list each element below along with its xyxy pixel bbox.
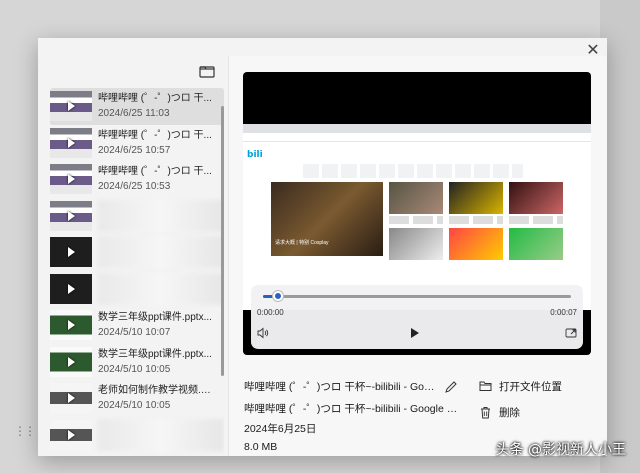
recording-list-item[interactable]: 老师如何制作教学视频.d... 2024/5/10 10:05 [50, 380, 224, 417]
recording-meta: 哔哩哔哩 (゜-゜)つロ 干... 2024/6/25 10:57 [98, 129, 214, 157]
preview-pane: bili 请求大概 | 特别 Cosplay 0:00:00 0:00:07 哔… [228, 56, 607, 456]
volume-icon[interactable] [257, 327, 269, 339]
recording-date: 2024/6/25 10:53 [98, 181, 171, 193]
folder-open-icon [479, 381, 492, 391]
recording-list-item[interactable] [50, 198, 224, 235]
play-icon [67, 356, 75, 367]
file-list-pane: 哔哩哔哩 (゜-゜)つロ 干... 2024/6/25 11:03 哔哩哔哩 (゜-… [38, 56, 226, 456]
watermark-text: 头条 @影视新人小王 [495, 442, 626, 458]
recording-thumbnail [50, 383, 92, 414]
redacted-entry [98, 199, 224, 232]
site-nav [303, 164, 523, 178]
recording-thumbnail [50, 200, 92, 231]
recording-list: 哔哩哔哩 (゜-゜)つロ 干... 2024/6/25 11:03 哔哩哔哩 (゜-… [50, 88, 224, 456]
delete-label: 删除 [499, 406, 520, 419]
recording-title: 哔哩哔哩 (゜-゜)つロ 干杯~-bilibili - Goog... [244, 381, 436, 394]
play-icon [67, 247, 75, 258]
browser-tab-strip [243, 124, 591, 133]
current-time: 0:00:00 [257, 308, 284, 317]
redacted-entry [98, 236, 224, 268]
recording-name: 哔哩哔哩 (゜-゜)つロ 干... [98, 129, 212, 141]
recording-date: 2024/5/10 10:05 [98, 400, 171, 412]
fullscreen-icon[interactable] [565, 327, 577, 339]
recording-date: 2024年6月25日 [244, 423, 317, 435]
recording-name: 哔哩哔哩 (゜-゜)つロ 干... [98, 93, 212, 105]
recording-list-item[interactable] [50, 417, 224, 454]
video-card [449, 228, 503, 260]
pencil-icon[interactable] [444, 380, 458, 394]
video-frame: bili 请求大概 | 特别 Cosplay [243, 124, 591, 310]
recording-meta: 数学三年级ppt课件.pptx... 2024/5/10 10:05 [98, 348, 214, 376]
recording-list-item[interactable]: 哔哩哔哩 (゜-゜)つロ 干... 2024/6/25 10:57 [50, 125, 224, 162]
recording-meta: 数学三年级ppt课件.pptx... 2024/5/10 10:07 [98, 311, 214, 339]
play-icon [67, 283, 75, 294]
card-caption [509, 216, 563, 224]
recording-thumbnail [50, 164, 92, 195]
recording-list-item[interactable]: 数学三年级ppt课件.pptx... 2024/5/10 10:07 [50, 307, 224, 344]
recording-details: 哔哩哔哩 (゜-゜)つロ 干杯~-bilibili - Goog... 哔哩哔哩… [244, 378, 474, 453]
recording-meta: 哔哩哔哩 (゜-゜)つロ 干... 2024/6/25 11:03 [98, 92, 214, 120]
recording-thumbnail [50, 91, 92, 122]
recording-thumbnail [50, 273, 92, 304]
play-button[interactable] [411, 328, 419, 338]
open-file-location-label: 打开文件位置 [499, 380, 562, 393]
play-icon [67, 393, 75, 404]
total-time: 0:00:07 [550, 308, 577, 317]
video-card [509, 182, 563, 214]
play-icon [67, 174, 75, 185]
list-scrollbar[interactable] [221, 106, 224, 376]
video-card [389, 228, 443, 260]
recording-actions: 打开文件位置 删除 [479, 378, 599, 430]
open-file-location-button[interactable]: 打开文件位置 [479, 378, 599, 394]
folder-icon[interactable] [198, 64, 216, 80]
delete-button[interactable]: 删除 [479, 404, 599, 420]
recording-list-item[interactable]: 哔哩哔哩 (゜-゜)つロ 干... 2024/6/25 10:53 [50, 161, 224, 198]
play-icon [67, 429, 75, 440]
recording-date: 2024/6/25 11:03 [98, 108, 170, 120]
recording-full-name: 哔哩哔哩 (゜-゜)つロ 干杯~-bilibili - Google Chr..… [244, 403, 462, 415]
recording-thumbnail [50, 127, 92, 158]
recording-name: 老师如何制作教学视频.d... [98, 385, 214, 397]
recording-date: 2024/5/10 10:07 [98, 327, 171, 339]
redacted-entry [98, 272, 224, 305]
recording-name: 哔哩哔哩 (゜-゜)つロ 干... [98, 166, 212, 178]
play-icon [67, 320, 75, 331]
recording-meta: 哔哩哔哩 (゜-゜)つロ 干... 2024/6/25 10:53 [98, 165, 214, 193]
site-logo: bili [247, 150, 263, 160]
recording-date: 2024/5/10 10:05 [98, 363, 171, 375]
recording-list-item[interactable] [50, 234, 224, 271]
banner-image: 请求大概 | 特别 Cosplay [271, 182, 383, 256]
recording-thumbnail [50, 419, 92, 450]
video-card [509, 228, 563, 260]
video-card [449, 182, 503, 214]
play-icon [67, 101, 75, 112]
player-controls: 0:00:00 0:00:07 [251, 285, 583, 349]
redacted-entry [98, 418, 224, 451]
recording-meta: 老师如何制作教学视频.d... 2024/5/10 10:05 [98, 384, 214, 412]
play-icon [67, 137, 75, 148]
card-caption [389, 216, 443, 224]
banner-caption: 请求大概 | 特别 Cosplay [275, 240, 329, 246]
video-player[interactable]: bili 请求大概 | 特别 Cosplay 0:00:00 0:00:07 [243, 72, 591, 355]
recording-size: 8.0 MB [244, 441, 278, 453]
video-card [389, 182, 443, 214]
recordings-dialog: ✕ 哔哩哔哩 (゜-゜)つロ 干... 2024/6/25 11:03 哔哩哔哩 (… [38, 38, 607, 456]
recording-thumbnail [50, 310, 92, 341]
drag-grip-icon[interactable]: ⋮⋮ [14, 424, 36, 438]
browser-address-bar [243, 133, 591, 142]
recording-list-item[interactable] [50, 271, 224, 308]
play-icon [67, 210, 75, 221]
recording-list-item[interactable]: 哔哩哔哩 (゜-゜)つロ 干... 2024/6/25 11:03 [50, 88, 224, 125]
recording-name: 数学三年级ppt课件.pptx... [98, 348, 212, 360]
card-caption [449, 216, 503, 224]
trash-icon [481, 406, 490, 418]
recording-date: 2024/6/25 10:57 [98, 144, 171, 156]
recording-thumbnail [50, 237, 92, 268]
seek-handle[interactable] [273, 291, 284, 301]
recording-thumbnail [50, 346, 92, 377]
recording-list-item[interactable]: 数学三年级ppt课件.pptx... 2024/5/10 10:05 [50, 344, 224, 381]
recording-name: 数学三年级ppt课件.pptx... [98, 312, 212, 324]
seek-bar[interactable] [263, 291, 571, 301]
